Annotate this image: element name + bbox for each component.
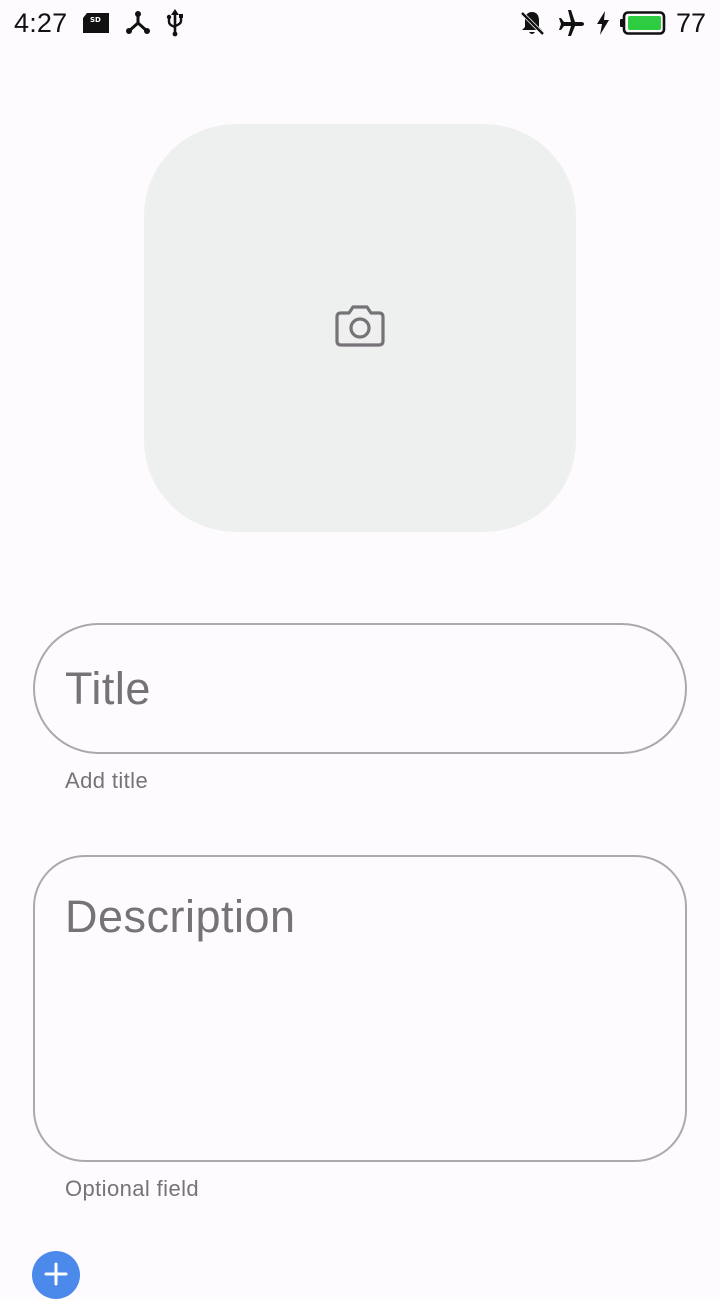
battery-icon (619, 11, 666, 35)
notifications-off-icon (518, 9, 546, 37)
title-field[interactable]: Title (33, 623, 687, 754)
battery-level: 77 (675, 7, 706, 38)
title-helper-text: Add title (65, 768, 149, 793)
status-bar: 4:27 SD 77 (0, 0, 720, 46)
svg-text:SD: SD (90, 16, 101, 24)
description-helper-text: Optional field (65, 1176, 200, 1201)
add-icon (43, 1261, 69, 1292)
status-bar-right: 77 (518, 8, 706, 39)
airplane-mode-icon (556, 9, 586, 37)
camera-icon (333, 303, 387, 354)
description-placeholder: Description (65, 891, 296, 942)
add-button[interactable] (32, 1251, 80, 1299)
description-field[interactable]: Description (33, 855, 687, 1162)
sd-card-icon: SD (81, 11, 111, 35)
photo-picker[interactable] (144, 124, 576, 532)
status-bar-left: 4:27 SD (14, 8, 199, 39)
usb-icon (165, 9, 185, 37)
usb-tethering-icon (125, 10, 151, 36)
title-placeholder: Title (65, 662, 151, 714)
charging-icon (596, 11, 610, 35)
status-time: 4:27 (14, 7, 68, 38)
